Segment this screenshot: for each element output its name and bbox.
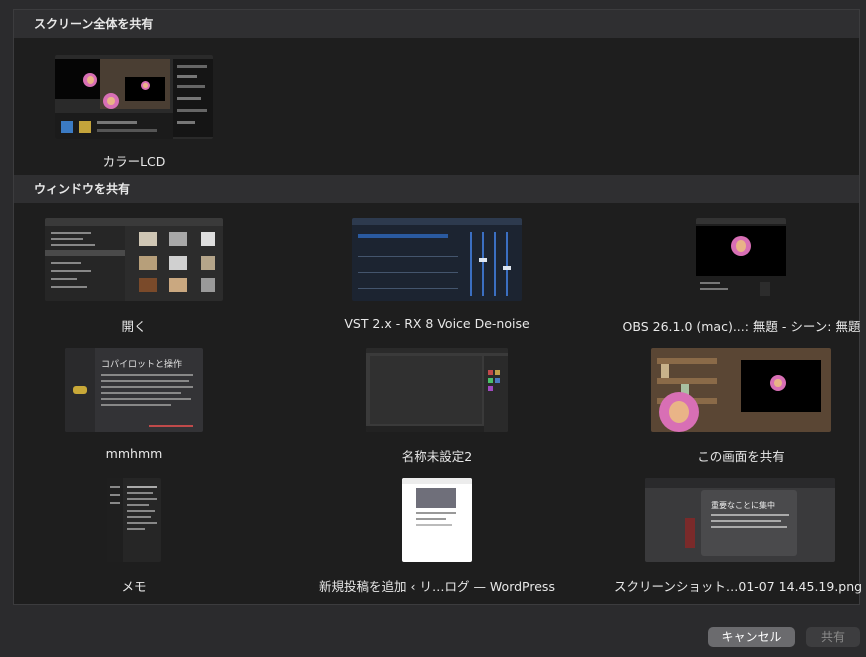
window-thumbnail-memo[interactable] bbox=[107, 478, 161, 562]
window-label-memo: メモ bbox=[121, 579, 147, 594]
window-label-untitled2: 名称未設定2 bbox=[401, 449, 473, 464]
window-thumbnail-screenshot-png[interactable]: 重要なことに集中 bbox=[645, 478, 835, 562]
window-label-open: 開く bbox=[121, 319, 147, 334]
screen-label: カラーLCD bbox=[102, 154, 166, 169]
window-section-header: ウィンドウを共有 bbox=[14, 175, 859, 203]
screen-thumbnail[interactable] bbox=[55, 55, 213, 139]
share-picker-panel: スクリーン全体を共有 カラーLCD ウィンドウを共有 開く VST 2.x - … bbox=[13, 9, 863, 605]
window-label-obs: OBS 26.1.0 (mac)...: 無題 - シーン: 無題 bbox=[622, 319, 861, 334]
window-label-share-screen: この画面を共有 bbox=[697, 449, 785, 464]
window-label-vst: VST 2.x - RX 8 Voice De-noise bbox=[344, 316, 530, 331]
window-thumbnail-share-screen[interactable] bbox=[651, 348, 831, 432]
screenshot-thumb-title: 重要なことに集中 bbox=[711, 501, 775, 510]
mmhmm-thumb-title: コパイロットと操作 bbox=[101, 360, 183, 370]
window-label-screenshot-png: スクリーンショット…01-07 14.45.19.png bbox=[614, 579, 863, 594]
window-thumbnail-obs[interactable] bbox=[696, 218, 786, 301]
window-label-mmhmm: mmhmm bbox=[105, 446, 163, 461]
cancel-button[interactable]: キャンセル bbox=[708, 627, 795, 647]
window-thumbnail-open[interactable] bbox=[45, 218, 223, 301]
share-button[interactable]: 共有 bbox=[806, 627, 860, 647]
window-thumbnail-vst[interactable] bbox=[352, 218, 522, 301]
window-thumbnail-untitled2[interactable] bbox=[366, 348, 508, 432]
window-thumbnail-mmhmm[interactable]: コパイロットと操作 bbox=[65, 348, 203, 432]
window-label-wordpress: 新規投稿を追加 ‹ リ…ログ — WordPress bbox=[319, 579, 555, 594]
window-thumbnail-wordpress[interactable] bbox=[402, 478, 472, 562]
screen-section-header: スクリーン全体を共有 bbox=[14, 10, 859, 38]
